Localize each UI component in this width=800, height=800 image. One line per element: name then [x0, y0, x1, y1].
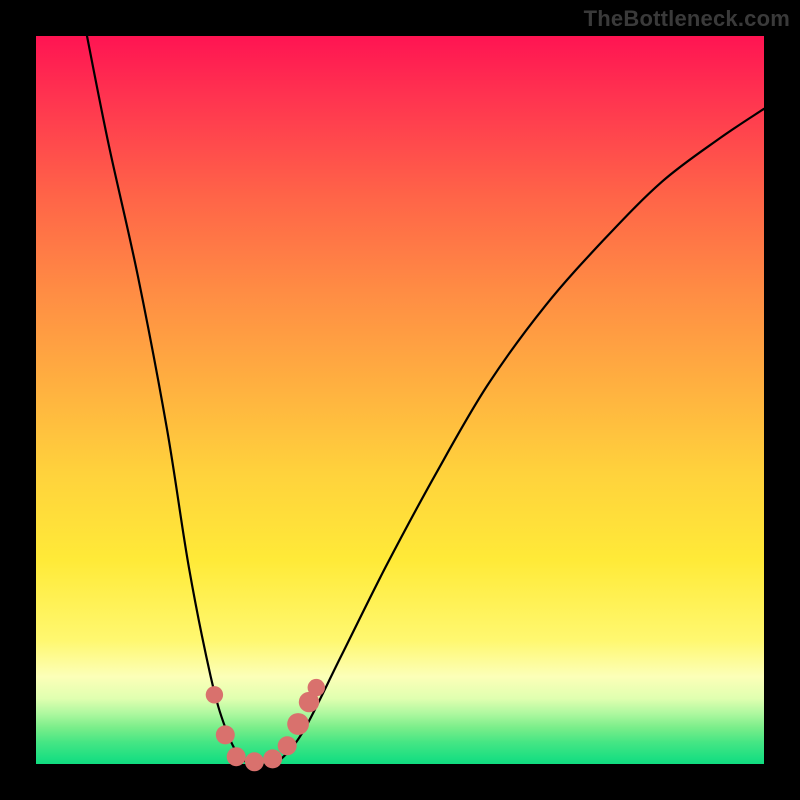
curve-marker: [227, 747, 246, 766]
curve-marker: [263, 749, 282, 768]
bottleneck-curve: [87, 36, 764, 765]
curve-marker: [216, 725, 235, 744]
watermark-text: TheBottleneck.com: [584, 6, 790, 32]
chart-plot-area: [36, 36, 764, 764]
curve-marker: [245, 752, 264, 771]
curve-marker: [308, 679, 325, 696]
bottleneck-curve-svg: [36, 36, 764, 764]
curve-marker: [206, 686, 223, 703]
curve-marker: [278, 736, 297, 755]
curve-marker: [287, 713, 309, 735]
